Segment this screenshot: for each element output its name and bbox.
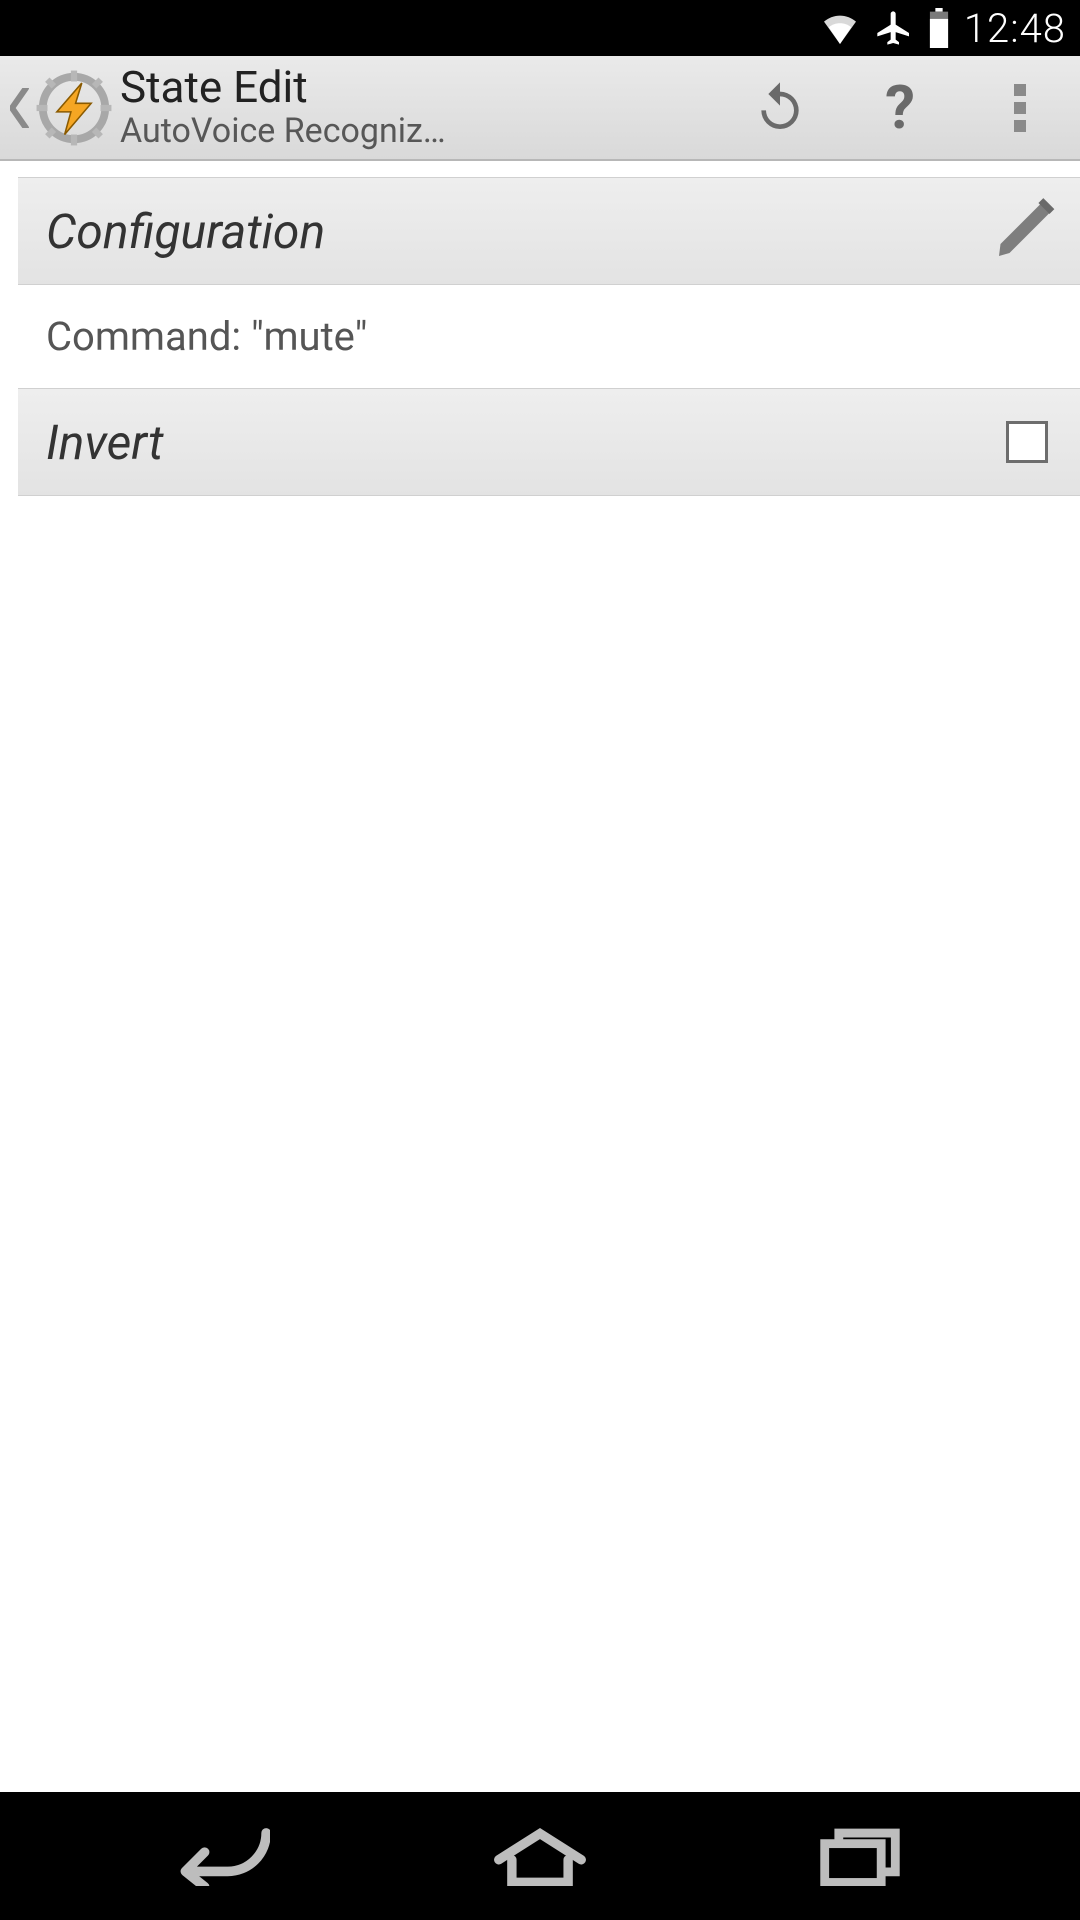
- airplane-icon: [874, 8, 914, 48]
- page-title: State Edit: [120, 64, 720, 110]
- pencil-icon[interactable]: [990, 193, 1062, 269]
- page-subtitle: AutoVoice Recogniz…: [120, 111, 520, 151]
- home-button[interactable]: [470, 1792, 610, 1920]
- content: Configuration Command: "mute" Invert: [0, 161, 1080, 1792]
- configuration-value: Command: "mute": [0, 285, 1080, 388]
- wifi-icon: [820, 12, 860, 44]
- titles: State Edit AutoVoice Recogniz…: [114, 64, 720, 150]
- recent-button[interactable]: [790, 1792, 930, 1920]
- status-bar: 12:48: [0, 0, 1080, 56]
- clock: 12:48: [964, 5, 1066, 52]
- action-bar: State Edit AutoVoice Recogniz… ?: [0, 56, 1080, 161]
- configuration-label: Configuration: [46, 203, 990, 260]
- configuration-row[interactable]: Configuration: [18, 177, 1080, 285]
- invert-label: Invert: [46, 414, 1006, 471]
- help-button[interactable]: ?: [840, 55, 960, 160]
- back-button[interactable]: [150, 1792, 290, 1920]
- invert-row[interactable]: Invert: [18, 388, 1080, 496]
- overflow-button[interactable]: [960, 55, 1080, 160]
- revert-button[interactable]: [720, 55, 840, 160]
- up-caret-icon[interactable]: [6, 56, 34, 159]
- navigation-bar: [0, 1792, 1080, 1920]
- help-icon: ?: [885, 72, 915, 143]
- invert-checkbox[interactable]: [1006, 421, 1048, 463]
- battery-icon: [928, 8, 950, 48]
- app-icon[interactable]: [34, 68, 114, 148]
